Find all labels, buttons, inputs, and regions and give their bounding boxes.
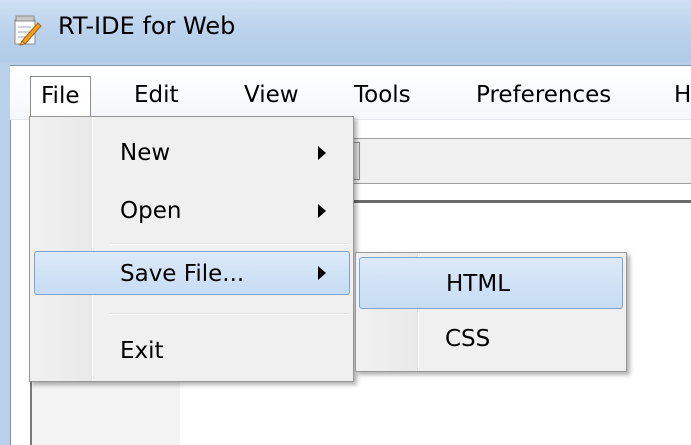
save-submenu-item-css[interactable]: CSS [358, 317, 624, 361]
submenu-arrow-icon [318, 266, 326, 280]
menu-tools[interactable]: Tools [344, 76, 421, 116]
file-menu-item-new[interactable]: New [32, 131, 352, 175]
file-menu-item-label: Open [120, 198, 182, 224]
save-submenu-item-label: CSS [445, 326, 491, 352]
window-title: RT-IDE for Web [58, 12, 236, 40]
save-file-submenu: HTML CSS [355, 252, 627, 372]
file-menu-item-save-file[interactable]: Save File... [34, 251, 350, 295]
file-menu-item-label: Save File... [120, 261, 245, 287]
menu-preferences[interactable]: Preferences [466, 76, 621, 116]
menu-file[interactable]: File [30, 76, 91, 116]
file-menu: New Open Save File... Exit [29, 116, 354, 382]
save-submenu-item-html[interactable]: HTML [359, 257, 623, 309]
title-bar: RT-IDE for Web [0, 0, 691, 62]
menu-separator [110, 243, 348, 245]
file-menu-item-exit[interactable]: Exit [32, 329, 352, 373]
file-menu-item-open[interactable]: Open [32, 189, 352, 233]
menu-edit[interactable]: Edit [124, 76, 189, 116]
menu-help[interactable]: H [672, 76, 691, 116]
submenu-arrow-icon [318, 146, 326, 160]
file-menu-item-label: New [120, 140, 171, 166]
submenu-arrow-icon [318, 204, 326, 218]
menu-view[interactable]: View [234, 76, 309, 116]
save-submenu-item-label: HTML [446, 271, 511, 297]
notepad-pencil-icon [12, 14, 42, 48]
file-menu-item-label: Exit [120, 338, 164, 364]
menu-separator [110, 313, 348, 315]
